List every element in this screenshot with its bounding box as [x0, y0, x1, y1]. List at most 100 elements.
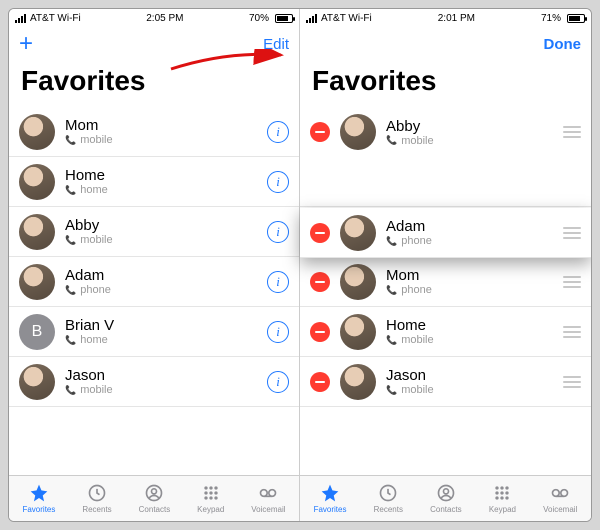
keypad-icon — [201, 483, 221, 503]
delete-row-button[interactable] — [310, 322, 330, 342]
clock: 2:05 PM — [146, 13, 183, 24]
contact-name: Abby — [386, 118, 561, 135]
carrier: AT&T Wi-Fi — [321, 13, 372, 24]
avatar — [340, 314, 376, 350]
tab-keypad[interactable]: Keypad — [197, 483, 224, 514]
drag-handle-icon[interactable] — [561, 227, 581, 239]
left-pane: AT&T Wi-Fi 2:05 PM 70% + Edit Favorites … — [9, 9, 300, 521]
contact-name: Jason — [65, 367, 267, 384]
info-button[interactable]: i — [267, 321, 289, 343]
phone-icon: 📞 — [65, 335, 76, 346]
phone-icon: 📞 — [65, 235, 76, 246]
tab-bar: Favorites Recents Contacts Keypad — [300, 475, 591, 521]
clock: 2:01 PM — [438, 13, 475, 24]
star-icon — [29, 483, 49, 503]
clock-icon — [87, 483, 107, 503]
favorite-row-edit[interactable]: Home📞mobile — [300, 307, 591, 357]
delete-row-button[interactable] — [310, 223, 330, 243]
status-bar: AT&T Wi-Fi 2:05 PM 70% — [9, 9, 299, 27]
tab-voicemail[interactable]: Voicemail — [543, 483, 577, 514]
avatar — [19, 164, 55, 200]
phone-icon: 📞 — [386, 236, 397, 247]
favorite-row-edit[interactable]: Abby📞mobile — [300, 107, 591, 157]
done-button[interactable]: Done — [544, 36, 582, 53]
tab-contacts[interactable]: Contacts — [139, 483, 171, 514]
avatar — [340, 264, 376, 300]
contact-name: Mom — [386, 267, 561, 284]
avatar — [19, 264, 55, 300]
favorite-row[interactable]: Abby📞mobilei — [9, 207, 299, 257]
right-pane: AT&T Wi-Fi 2:01 PM 71% Done Favorites Ab… — [300, 9, 591, 521]
avatar — [340, 114, 376, 150]
voicemail-icon — [258, 483, 278, 503]
nav-bar: + Edit — [9, 27, 299, 61]
info-button[interactable]: i — [267, 171, 289, 193]
tab-favorites[interactable]: Favorites — [22, 483, 55, 514]
phone-icon: 📞 — [65, 385, 76, 396]
tab-voicemail[interactable]: Voicemail — [251, 483, 285, 514]
delete-row-button[interactable] — [310, 122, 330, 142]
delete-row-button[interactable] — [310, 372, 330, 392]
contact-name: Abby — [65, 217, 267, 234]
drag-handle-icon[interactable] — [561, 276, 581, 288]
favorite-row[interactable]: BBrian V📞homei — [9, 307, 299, 357]
favorite-row-edit[interactable]: Mom📞phone — [300, 257, 591, 307]
favorite-row[interactable]: Adam📞phonei — [9, 257, 299, 307]
favorite-row[interactable]: Mom📞mobilei — [9, 107, 299, 157]
contact-subtype: 📞mobile — [386, 135, 561, 147]
contact-name: Home — [386, 317, 561, 334]
tab-recents[interactable]: Recents — [82, 483, 111, 514]
avatar — [340, 364, 376, 400]
contact-name: Brian V — [65, 317, 267, 334]
info-button[interactable]: i — [267, 271, 289, 293]
favorite-row[interactable]: Jason📞mobilei — [9, 357, 299, 407]
drag-handle-icon[interactable] — [561, 376, 581, 388]
contact-subtype: 📞mobile — [386, 334, 561, 346]
drag-handle-icon[interactable] — [561, 126, 581, 138]
favorite-row[interactable]: Home📞homei — [9, 157, 299, 207]
tab-bar: Favorites Recents Contacts Keypad — [9, 475, 299, 521]
phone-icon: 📞 — [386, 385, 397, 396]
keypad-icon — [492, 483, 512, 503]
tab-recents[interactable]: Recents — [374, 483, 403, 514]
contact-name: Home — [65, 167, 267, 184]
battery-indicator: 71% — [541, 13, 585, 24]
page-title: Favorites — [9, 61, 299, 107]
phone-icon: 📞 — [65, 135, 76, 146]
drag-handle-icon[interactable] — [561, 326, 581, 338]
contact-subtype: 📞mobile — [65, 384, 267, 396]
info-button[interactable]: i — [267, 121, 289, 143]
contact-subtype: 📞phone — [65, 284, 267, 296]
contact-subtype: 📞 phone — [386, 235, 561, 247]
info-button[interactable]: i — [267, 371, 289, 393]
contact-subtype: 📞phone — [386, 284, 561, 296]
signal-icon — [306, 14, 317, 23]
edit-button[interactable]: Edit — [263, 36, 289, 53]
nav-bar: Done — [300, 27, 591, 61]
contact-subtype: 📞mobile — [386, 384, 561, 396]
phone-icon: 📞 — [386, 135, 397, 146]
tab-contacts[interactable]: Contacts — [430, 483, 462, 514]
avatar — [340, 215, 376, 251]
favorite-row-edit[interactable]: Jason📞mobile — [300, 357, 591, 407]
phone-icon: 📞 — [65, 185, 76, 196]
favorites-list-edit: Abby📞mobileBBrian V📞homeMom📞phoneHome📞mo… — [300, 107, 591, 475]
tab-favorites[interactable]: Favorites — [314, 483, 347, 514]
dragging-row[interactable]: Adam 📞 phone — [300, 208, 591, 258]
tab-keypad[interactable]: Keypad — [489, 483, 516, 514]
contact-icon — [436, 483, 456, 503]
phone-icon: 📞 — [386, 285, 397, 296]
carrier: AT&T Wi-Fi — [30, 13, 81, 24]
favorites-list: Mom📞mobileiHome📞homeiAbby📞mobileiAdam📞ph… — [9, 107, 299, 475]
contact-name: Adam — [386, 218, 561, 235]
delete-row-button[interactable] — [310, 272, 330, 292]
voicemail-icon — [550, 483, 570, 503]
contact-subtype: 📞mobile — [65, 134, 267, 146]
avatar — [19, 214, 55, 250]
info-button[interactable]: i — [267, 221, 289, 243]
phone-icon: 📞 — [65, 285, 76, 296]
avatar — [19, 364, 55, 400]
page-title: Favorites — [300, 61, 591, 107]
clock-icon — [378, 483, 398, 503]
contact-name: Adam — [65, 267, 267, 284]
